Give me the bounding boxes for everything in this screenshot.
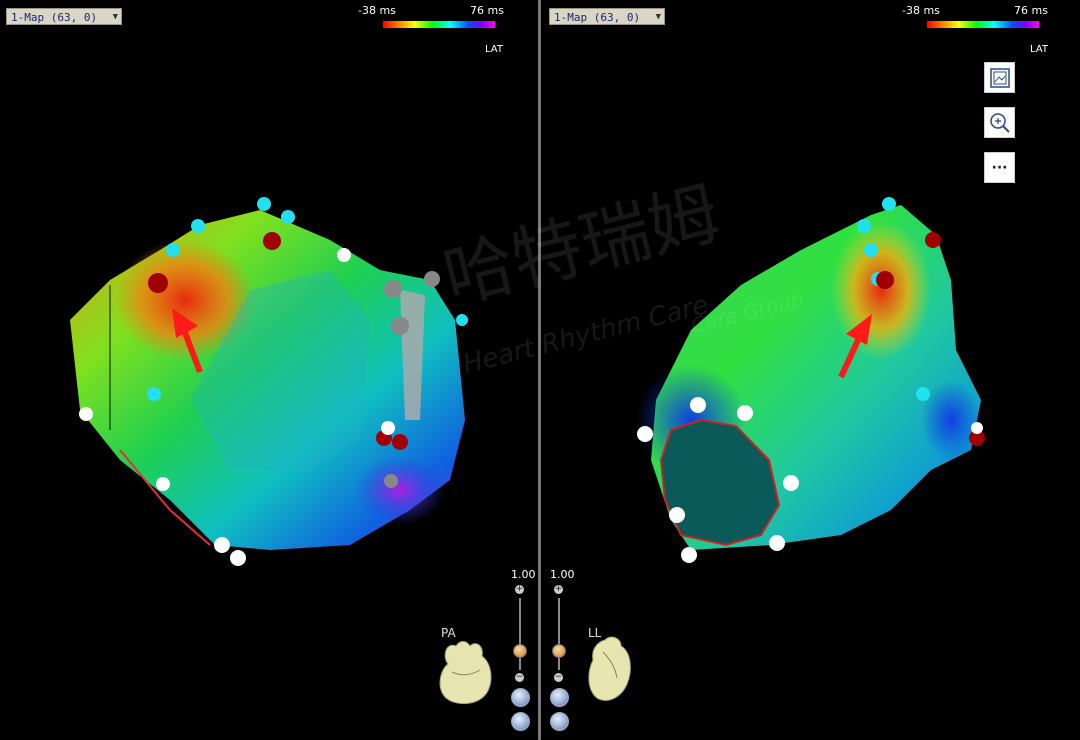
map-selector-label: 1-Map (63, 0) [11, 11, 98, 24]
map-selector[interactable]: 1-Map (63, 0) ▼ [549, 8, 665, 25]
rotate-view-button[interactable] [550, 688, 569, 707]
scale-min-label: -38 ms [902, 4, 940, 17]
right-chamber-mesh [636, 205, 981, 550]
zoom-slider-handle[interactable] [552, 644, 566, 658]
zoom-slider-handle[interactable] [513, 644, 527, 658]
chevron-down-icon: ▼ [655, 12, 661, 22]
left-map-viewport[interactable]: 1-Map (63, 0) ▼ -38 ms 76 ms LAT PA 1.00… [0, 0, 538, 740]
zoom-in-icon[interactable]: + [554, 585, 563, 594]
map-type-label: LAT [485, 44, 503, 55]
zoom-slider-track[interactable] [519, 598, 521, 670]
heart-orientation-icon[interactable] [585, 632, 635, 708]
map-selector[interactable]: 1-Map (63, 0) ▼ [6, 8, 122, 25]
scale-max-label: 76 ms [1014, 4, 1048, 17]
rotate-view-button[interactable] [511, 688, 530, 707]
right-map-viewport[interactable]: 1-Map (63, 0) ▼ -38 ms 76 ms LAT ··· LL … [541, 0, 1080, 740]
snapshot-button[interactable] [984, 62, 1015, 93]
left-3d-map-canvas[interactable] [0, 0, 538, 740]
reset-view-button[interactable] [550, 712, 569, 731]
chevron-down-icon: ▼ [112, 12, 118, 22]
zoom-in-icon[interactable]: + [515, 585, 524, 594]
zoom-level-label: 1.00 [550, 568, 575, 581]
magnifier-plus-icon [989, 112, 1010, 133]
zoom-tool-button[interactable] [984, 107, 1015, 138]
zoom-out-icon[interactable]: − [554, 673, 563, 682]
map-selector-label: 1-Map (63, 0) [554, 11, 641, 24]
map-type-label: LAT [1030, 44, 1048, 55]
zoom-out-icon[interactable]: − [515, 673, 524, 682]
image-frame-icon [989, 67, 1010, 88]
zoom-level-label: 1.00 [511, 568, 536, 581]
more-options-icon: ··· [991, 159, 1008, 176]
reset-view-button[interactable] [511, 712, 530, 731]
color-scale-bar[interactable] [927, 21, 1039, 28]
color-scale-bar[interactable] [383, 21, 495, 28]
left-chamber-mesh [70, 210, 465, 550]
zoom-slider-track[interactable] [558, 598, 560, 670]
heart-orientation-icon[interactable] [436, 636, 496, 708]
scale-min-label: -38 ms [358, 4, 396, 17]
scale-max-label: 76 ms [470, 4, 504, 17]
more-options-button[interactable]: ··· [984, 152, 1015, 183]
